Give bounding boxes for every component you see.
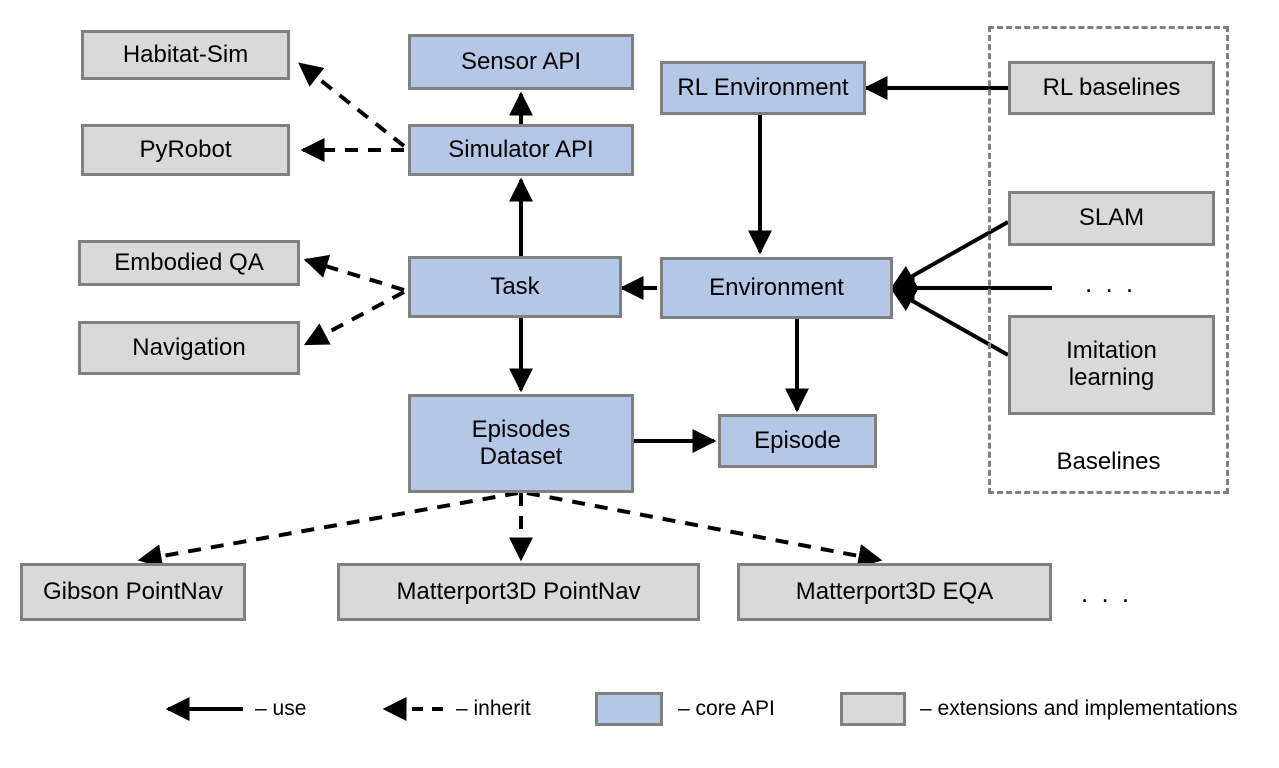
node-pyrobot[interactable]: PyRobot (81, 124, 290, 176)
edge-task-to-navigation (303, 290, 405, 346)
legend-inherit-label: – inherit (456, 697, 531, 720)
node-episodes-dataset[interactable]: Episodes Dataset (408, 394, 634, 493)
node-episode[interactable]: Episode (718, 414, 877, 468)
architecture-diagram: Baselines Habitat-Sim PyRobot Sensor API… (0, 0, 1279, 768)
edge-task-to-embodied-qa (303, 254, 405, 292)
node-task[interactable]: Task (408, 256, 622, 318)
node-habitat-sim[interactable]: Habitat-Sim (81, 30, 290, 80)
legend-extensions-swatch (840, 692, 906, 726)
node-imitation-learning[interactable]: Imitation learning (1008, 315, 1215, 415)
node-rl-environment[interactable]: RL Environment (660, 61, 866, 115)
edge-simulator-api-to-habitat-sim (298, 62, 406, 148)
legend-core-api-swatch (595, 692, 663, 726)
node-simulator-api[interactable]: Simulator API (408, 124, 634, 176)
edge-episodes-dataset-to-matterport3d-eqa (526, 491, 883, 568)
node-matterport3d-eqa[interactable]: Matterport3D EQA (737, 563, 1052, 621)
baselines-group-label: Baselines (1056, 448, 1161, 475)
legend-use-label: – use (255, 697, 307, 720)
node-environment[interactable]: Environment (660, 257, 893, 319)
datasets-more-ellipsis: . . . (1081, 578, 1133, 608)
legend-core-api-label: – core API (678, 697, 775, 720)
node-matterport3d-pointnav[interactable]: Matterport3D PointNav (337, 563, 700, 621)
node-slam[interactable]: SLAM (1008, 191, 1215, 246)
edge-episodes-dataset-to-gibson-pointnav (137, 491, 519, 569)
baselines-more-ellipsis: . . . (1085, 268, 1137, 298)
node-rl-baselines[interactable]: RL baselines (1008, 61, 1215, 115)
node-embodied-qa[interactable]: Embodied QA (78, 240, 300, 286)
node-navigation[interactable]: Navigation (78, 321, 300, 375)
legend-extensions-label: – extensions and implementations (920, 697, 1238, 720)
node-sensor-api[interactable]: Sensor API (408, 34, 634, 90)
node-gibson-pointnav[interactable]: Gibson PointNav (20, 563, 246, 621)
